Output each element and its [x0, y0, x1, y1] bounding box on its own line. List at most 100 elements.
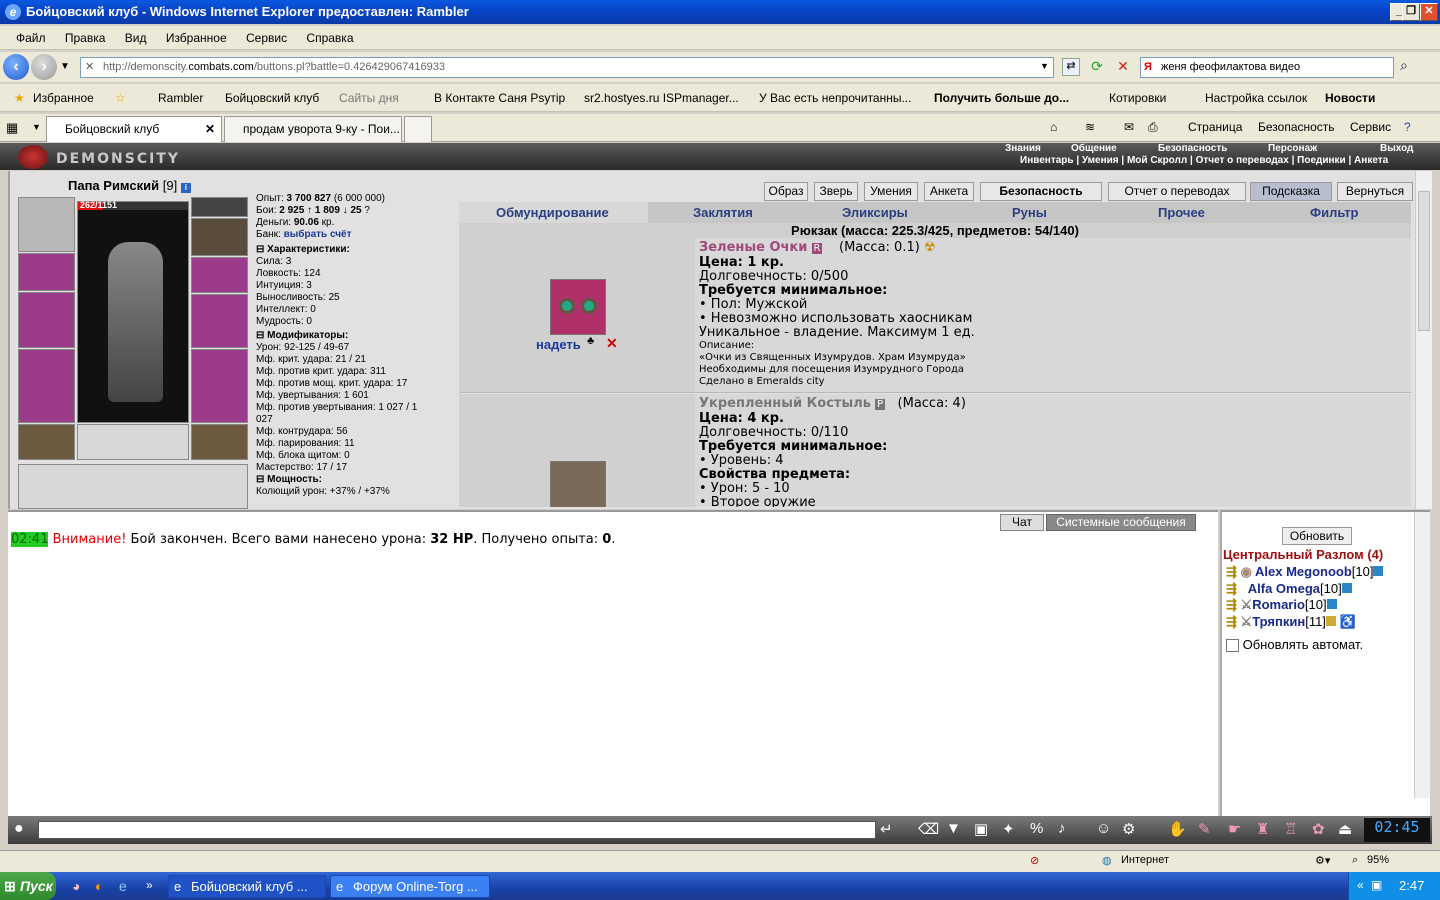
- start-button[interactable]: ⊞ Пуск: [0, 872, 56, 900]
- network-icon[interactable]: ▣: [1371, 878, 1382, 892]
- btn-return[interactable]: Вернуться: [1337, 182, 1413, 201]
- btn-image[interactable]: Образ: [764, 182, 808, 201]
- protected-mode-icon[interactable]: ⚙▾: [1315, 854, 1330, 867]
- cmd-security[interactable]: Безопасность: [1258, 120, 1335, 134]
- tab-combats[interactable]: Бойцовский клуб ✕: [46, 116, 222, 142]
- sound-icon[interactable]: ♪: [1058, 820, 1066, 837]
- menu-character[interactable]: Персонаж: [1268, 143, 1317, 155]
- compat-icon[interactable]: ⇄: [1062, 58, 1080, 76]
- rune-slots[interactable]: [77, 424, 189, 460]
- refresh-button[interactable]: Обновить: [1282, 527, 1352, 545]
- fav-settings[interactable]: Настройка ссылок: [1205, 91, 1307, 105]
- zoom-level[interactable]: 95%: [1367, 854, 1389, 866]
- offhand-slot[interactable]: [191, 294, 248, 348]
- tab-system[interactable]: Системные сообщения: [1046, 514, 1196, 531]
- task-combats[interactable]: e Бойцовский клуб ...: [168, 875, 326, 898]
- new-tab-button[interactable]: [404, 116, 432, 142]
- tray-expand-icon[interactable]: «: [1357, 878, 1364, 892]
- firefox-icon[interactable]: ◐: [95, 878, 103, 894]
- hand-icon[interactable]: ☛: [1228, 820, 1241, 838]
- player-row[interactable]: ⇶ ⚔Тряпкин[11] ♿: [1226, 614, 1383, 631]
- address-input[interactable]: ✕ http://demonscity.combats.com/buttons.…: [80, 57, 1054, 78]
- close-button[interactable]: ✕: [1420, 3, 1438, 21]
- chars-header[interactable]: ⊟ Характеристики:: [256, 244, 456, 256]
- exit-icon[interactable]: ⏏: [1338, 820, 1352, 838]
- menu-edit[interactable]: Правка: [57, 26, 114, 50]
- tab-close-icon[interactable]: ✕: [205, 117, 215, 141]
- fight-icon[interactable]: ✦: [1002, 820, 1015, 838]
- info-icon[interactable]: i: [180, 183, 191, 193]
- menu-security[interactable]: Безопасность: [1158, 143, 1227, 155]
- tab-equipment[interactable]: Обмундирование: [496, 205, 609, 220]
- bag-icon[interactable]: ♜: [1256, 820, 1269, 838]
- chat-input[interactable]: [38, 821, 876, 839]
- favorites-button[interactable]: Избранное: [33, 91, 94, 105]
- online-scrollbar[interactable]: [1414, 512, 1430, 798]
- settings-icon[interactable]: ⚙: [1122, 820, 1135, 838]
- btn-transfers[interactable]: Отчет о переводах: [1108, 182, 1246, 201]
- auto-refresh-checkbox[interactable]: [1226, 639, 1239, 653]
- tab-other[interactable]: Прочее: [1158, 205, 1205, 220]
- submenu[interactable]: Инвентарь | Умения | Мой Скролл | Отчет …: [1020, 155, 1388, 168]
- paw-icon[interactable]: ✿: [1312, 820, 1325, 838]
- shield-slot[interactable]: [191, 257, 248, 293]
- history-dropdown-icon[interactable]: ▼: [60, 61, 70, 72]
- search-input[interactable]: Я женя феофилактова видео: [1140, 57, 1394, 78]
- chat-time[interactable]: 02:41: [11, 532, 49, 547]
- player-row[interactable]: ⇶ ⚔Romario[10]: [1226, 597, 1383, 614]
- player-row[interactable]: ⇶ Alfa Omega[10]: [1226, 581, 1383, 598]
- chrome-icon[interactable]: ◕: [72, 878, 80, 894]
- feeds-icon[interactable]: ≋: [1085, 120, 1095, 134]
- inventory-scrollbar[interactable]: [1415, 171, 1432, 509]
- weapon-slot[interactable]: [18, 292, 75, 348]
- tab-chat[interactable]: Чат: [1000, 514, 1044, 531]
- fav-hostyes[interactable]: sr2.hostyes.ru ISPmanager...: [584, 91, 739, 105]
- filter-icon[interactable]: ▼: [946, 820, 961, 837]
- ie-quick-icon[interactable]: e: [119, 878, 127, 894]
- task-forum[interactable]: e Форум Online-Torg ...: [330, 875, 490, 898]
- goggles-icon[interactable]: [550, 279, 606, 335]
- tab-list-icon[interactable]: ▼: [32, 122, 41, 132]
- tab-runes[interactable]: Руны: [1012, 205, 1047, 220]
- address-dropdown-icon[interactable]: ▼: [1040, 61, 1049, 71]
- tab-forum[interactable]: продам уворота 9-ку - Пои...: [224, 116, 402, 142]
- maximize-button[interactable]: ❐: [1402, 3, 1420, 21]
- quill-icon[interactable]: ✎: [1198, 820, 1211, 838]
- refresh-icon[interactable]: ⟳: [1088, 58, 1106, 76]
- cmd-page[interactable]: Страница: [1188, 120, 1242, 134]
- more-icon[interactable]: »: [146, 878, 153, 892]
- gloves-slot[interactable]: [191, 218, 248, 256]
- tab-spells[interactable]: Заклятия: [693, 205, 753, 220]
- menu-help[interactable]: Справка: [298, 26, 361, 50]
- menu-knowledge[interactable]: Знания: [1005, 143, 1041, 155]
- zoom-icon[interactable]: ⌕: [1352, 854, 1358, 867]
- bank-link[interactable]: выбрать счёт: [284, 229, 352, 240]
- fav-more[interactable]: Получить больше до...: [934, 91, 1069, 105]
- ring-slots[interactable]: [191, 197, 248, 217]
- menu-exit[interactable]: Выход: [1380, 143, 1413, 155]
- quick-tabs-icon[interactable]: ▦: [6, 120, 18, 136]
- fav-sites[interactable]: Сайты дня: [339, 91, 399, 105]
- btn-profile[interactable]: Анкета: [924, 182, 974, 201]
- smile-icon[interactable]: ●: [14, 820, 24, 838]
- fav-quotes[interactable]: Котировки: [1109, 91, 1166, 105]
- bracer-slot[interactable]: [18, 253, 75, 291]
- stop-icon[interactable]: ✕: [1114, 58, 1132, 76]
- menu-file[interactable]: Файл: [8, 26, 54, 50]
- menu-view[interactable]: Вид: [117, 26, 155, 50]
- fortune-icon[interactable]: ♣: [587, 335, 594, 347]
- armor-slot[interactable]: [18, 349, 75, 423]
- btn-pet[interactable]: Зверь: [814, 182, 858, 201]
- btn-hint[interactable]: Подсказка: [1250, 182, 1332, 201]
- crutch-icon[interactable]: [550, 461, 606, 507]
- cmd-tools[interactable]: Сервис: [1350, 120, 1391, 134]
- smiley-icon[interactable]: ☺: [1096, 820, 1111, 837]
- forward-button[interactable]: ›: [31, 54, 57, 80]
- fav-combats[interactable]: Бойцовский клуб: [225, 91, 319, 105]
- mail-icon[interactable]: ✉: [1124, 120, 1134, 134]
- send-icon[interactable]: ↵: [880, 820, 893, 838]
- belt-slot[interactable]: [18, 424, 75, 460]
- tab-filter[interactable]: Фильтр: [1310, 205, 1359, 220]
- tab-elixirs[interactable]: Эликсиры: [842, 205, 908, 220]
- search-icon[interactable]: ⌕: [1400, 57, 1422, 77]
